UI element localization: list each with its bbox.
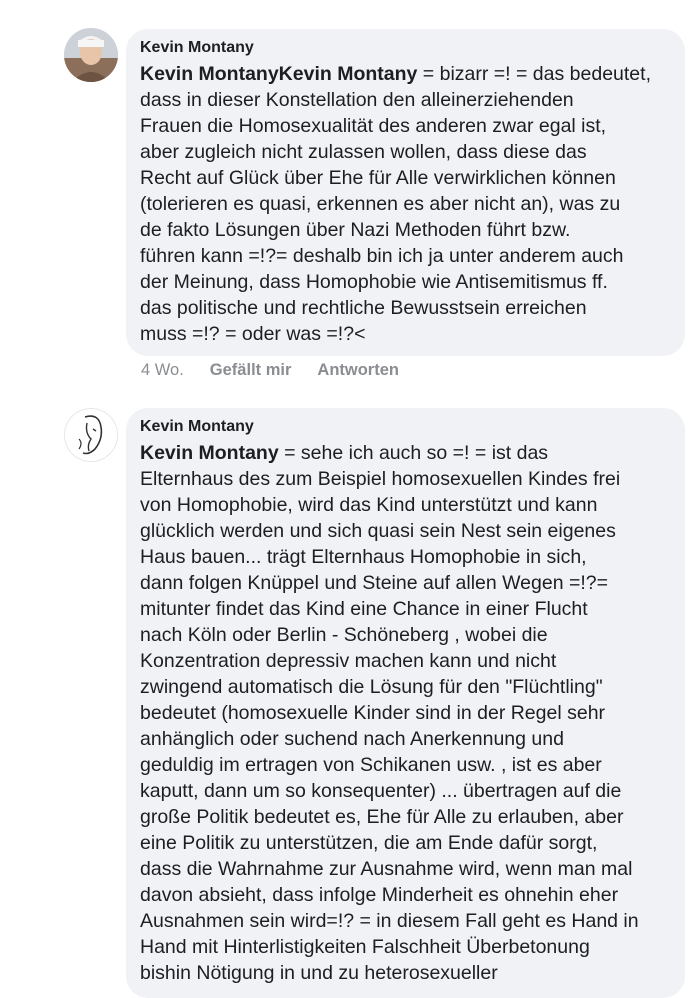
mention-link[interactable]: Kevin Montany [140,442,279,464]
comment-bubble: Kevin Montany Kevin Montany = sehe ich a… [126,408,685,998]
comment-author[interactable]: Kevin Montany [140,38,671,58]
avatar[interactable] [64,28,118,82]
reply-button[interactable]: Antworten [317,361,399,380]
sketch-face-icon [65,409,117,461]
comment-author[interactable]: Kevin Montany [140,417,671,437]
comment-text: Kevin Montany = sehe ich auch so =! = is… [140,440,671,986]
like-button[interactable]: Gefällt mir [210,361,292,380]
avatar[interactable] [64,408,118,462]
comment-text: Kevin MontanyKevin Montany = bizarr =! =… [140,61,671,347]
mention-link[interactable]: Kevin MontanyKevin Montany [140,63,417,85]
person-photo-icon [64,28,118,82]
comment-actions: 4 Wo. Gefällt mir Antworten [141,361,399,380]
comment-body: = sehe ich auch so =! = ist das Elternha… [140,442,639,984]
comment-body: = bizarr =! = das bedeutet, dass in dies… [140,63,651,345]
comment-timestamp[interactable]: 4 Wo. [141,361,184,380]
comment-bubble: Kevin Montany Kevin MontanyKevin Montany… [126,29,685,356]
